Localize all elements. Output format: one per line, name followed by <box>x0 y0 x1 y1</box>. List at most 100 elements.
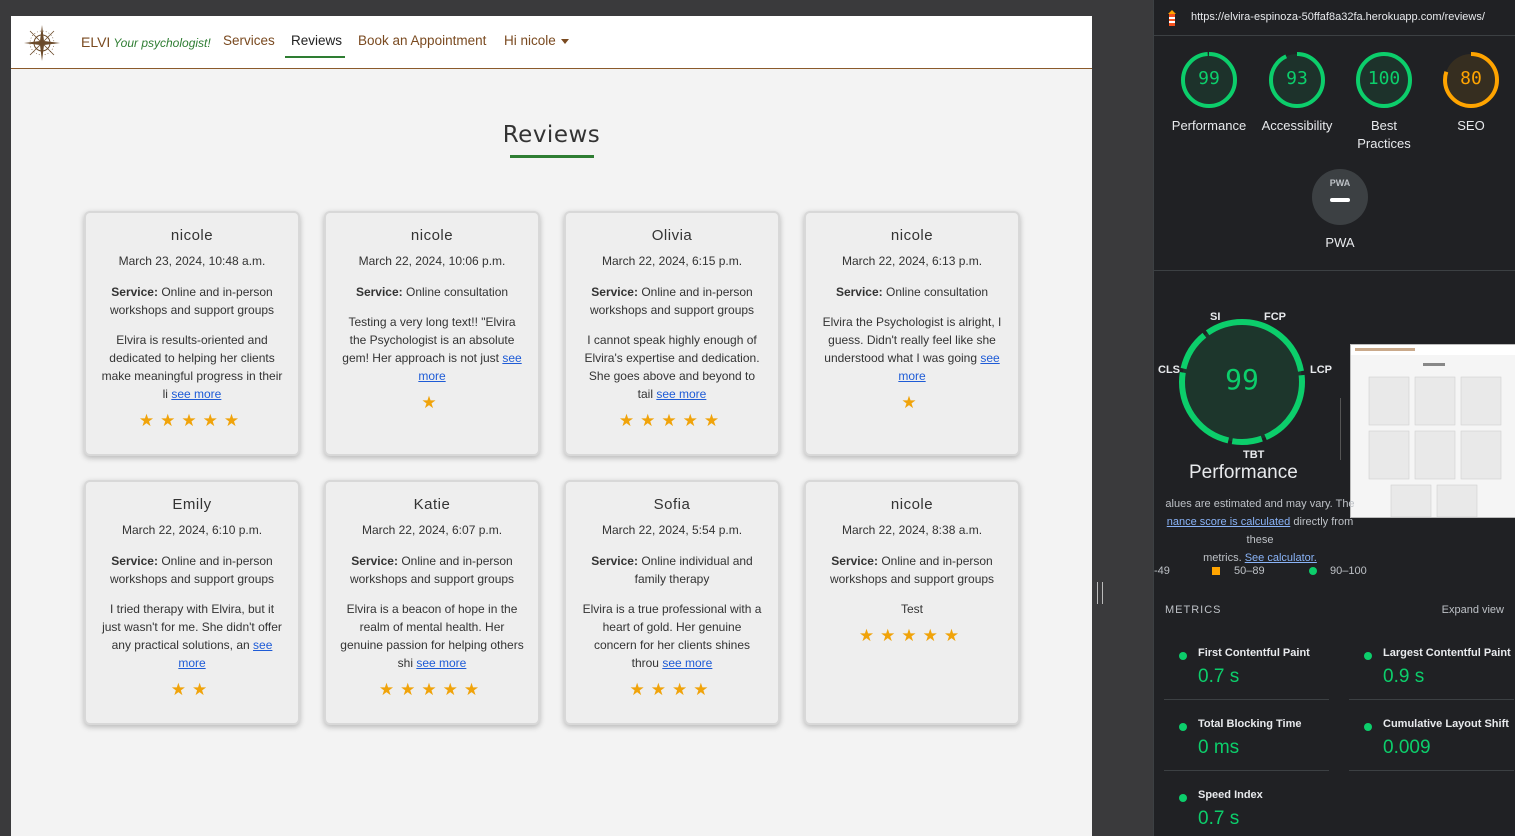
see-calculator-link[interactable]: See calculator. <box>1245 552 1317 564</box>
review-service: Service: Online individual and family th… <box>586 552 758 588</box>
section-divider <box>1154 270 1515 271</box>
service-value: Online consultation <box>885 285 989 299</box>
pass-circle-icon <box>1179 723 1187 731</box>
legend-high: 90–100 <box>1330 565 1367 577</box>
compass-logo-icon[interactable] <box>23 24 61 62</box>
star-icon: ★ <box>400 680 422 699</box>
star-icon: ★ <box>880 626 902 645</box>
gauge-label: Best Practices <box>1357 118 1411 151</box>
pwa-badge-text: PWA <box>1329 178 1351 188</box>
legend-low: -49 <box>1154 565 1170 577</box>
star-icon: ★ <box>223 411 246 430</box>
star-icon: ★ <box>901 626 923 645</box>
review-service: Service: Online consultation <box>826 283 998 301</box>
star-rating: ★ <box>806 393 1018 413</box>
see-more-link[interactable]: see more <box>416 656 466 670</box>
axis-fcp: FCP <box>1264 311 1286 323</box>
service-label: Service: <box>111 554 158 568</box>
star-icon: ★ <box>640 411 662 430</box>
brand[interactable]: ELVI Your psychologist! <box>81 34 211 50</box>
star-icon: ★ <box>202 411 224 430</box>
nav-book-appointment[interactable]: Book an Appointment <box>358 33 486 48</box>
review-date: March 23, 2024, 10:48 a.m. <box>118 254 266 268</box>
score-calculated-link[interactable]: nance score is calculated <box>1167 516 1291 528</box>
see-more-link[interactable]: see more <box>662 656 712 670</box>
axis-lcp: LCP <box>1310 364 1332 376</box>
nav-services[interactable]: Services <box>223 33 275 48</box>
metric-item: Largest Contentful Paint 0.9 s <box>1349 630 1514 700</box>
gauge-score: 100 <box>1367 68 1401 89</box>
star-icon: ★ <box>943 626 966 645</box>
star-icon: ★ <box>703 411 726 430</box>
navbar: ELVI Your psychologist! Services Reviews … <box>11 16 1092 69</box>
service-label: Service: <box>355 285 403 299</box>
pwa-label: PWA <box>1325 235 1355 250</box>
performance-big-label: Performance <box>1189 462 1298 483</box>
star-icon: ★ <box>138 411 161 430</box>
star-icon: ★ <box>463 680 486 699</box>
metric-item: Total Blocking Time 0 ms <box>1164 701 1329 771</box>
service-label: Service: <box>835 285 883 299</box>
pane-resize-handle[interactable] <box>1097 582 1103 604</box>
gauge-score: 99 <box>1198 68 1220 89</box>
reviewer-name: nicole <box>890 496 934 513</box>
review-date: March 22, 2024, 8:38 a.m. <box>841 523 983 537</box>
review-date: March 22, 2024, 6:07 p.m. <box>361 523 503 537</box>
review-excerpt: Testing a very long text!! "Elvira the P… <box>342 315 516 365</box>
star-icon: ★ <box>682 411 704 430</box>
star-icon: ★ <box>181 411 203 430</box>
metric-name: Speed Index <box>1198 789 1263 801</box>
review-card: Sofia March 22, 2024, 5:54 p.m. Service: O… <box>564 480 780 725</box>
star-icon: ★ <box>192 680 214 699</box>
star-rating: ★★★★★ <box>86 411 298 431</box>
see-more-link[interactable]: see more <box>656 387 706 401</box>
gauge-label: Performance <box>1171 118 1247 133</box>
review-card: Emily March 22, 2024, 6:10 p.m. Service: O… <box>84 480 300 725</box>
lighthouse-url-bar: https://elvira-espinoza-50ffaf8a32fa.her… <box>1154 0 1515 36</box>
pwa-badge-icon <box>1312 169 1368 225</box>
reviewer-name: Katie <box>413 496 451 513</box>
legend-mid: 50–89 <box>1234 565 1265 577</box>
axis-tbt: TBT <box>1243 449 1265 461</box>
star-rating: ★ <box>326 393 538 413</box>
metric-name: First Contentful Paint <box>1198 647 1310 659</box>
review-text: Testing a very long text!! "Elvira the P… <box>340 313 524 385</box>
star-icon: ★ <box>421 393 443 412</box>
star-icon: ★ <box>629 680 651 699</box>
brand-name: ELVI <box>81 34 111 50</box>
brand-tagline: Your psychologist! <box>113 36 211 50</box>
review-card: nicole March 23, 2024, 10:48 a.m. Service:… <box>84 211 300 456</box>
axis-cls: CLS <box>1158 364 1180 376</box>
star-rating: ★★ <box>86 680 298 700</box>
review-text: Elvira is results-oriented and dedicated… <box>100 331 284 403</box>
note-line-1: alues are estimated and may vary. The <box>1165 498 1355 510</box>
star-icon: ★ <box>650 680 672 699</box>
star-icon: ★ <box>160 411 182 430</box>
review-date: March 22, 2024, 6:13 p.m. <box>841 254 983 268</box>
metric-value: 0.7 s <box>1198 808 1240 829</box>
star-icon: ★ <box>672 680 694 699</box>
review-text: I cannot speak highly enough of Elvira's… <box>580 331 764 403</box>
star-icon: ★ <box>378 680 401 699</box>
nav-reviews[interactable]: Reviews <box>291 33 342 48</box>
gauge-label: Accessibility <box>1261 118 1333 133</box>
nav-user-dropdown[interactable]: Hi nicole <box>504 33 569 48</box>
review-card: Katie March 22, 2024, 6:07 p.m. Service: O… <box>324 480 540 725</box>
star-rating: ★★★★★ <box>806 626 1018 646</box>
pass-circle-icon <box>1364 723 1372 731</box>
nav-user-label: Hi nicole <box>504 33 556 48</box>
review-service: Service: Online and in-person workshops … <box>346 552 518 588</box>
page-title: Reviews <box>502 122 601 148</box>
star-rating: ★★★★★ <box>566 411 778 431</box>
gauge-score: 80 <box>1460 68 1482 89</box>
thumbnail-divider <box>1340 398 1341 460</box>
review-card: Olivia March 22, 2024, 6:15 p.m. Service: … <box>564 211 780 456</box>
note-line-3: metrics. <box>1203 552 1242 564</box>
expand-view-toggle[interactable]: Expand view <box>1442 604 1504 616</box>
star-icon: ★ <box>901 393 923 412</box>
legend-mid-square-icon <box>1212 567 1220 575</box>
reviewer-name: nicole <box>170 227 214 244</box>
audited-url[interactable]: https://elvira-espinoza-50ffaf8a32fa.her… <box>1191 11 1485 23</box>
see-more-link[interactable]: see more <box>171 387 221 401</box>
legend-high-circle-icon <box>1309 567 1317 575</box>
